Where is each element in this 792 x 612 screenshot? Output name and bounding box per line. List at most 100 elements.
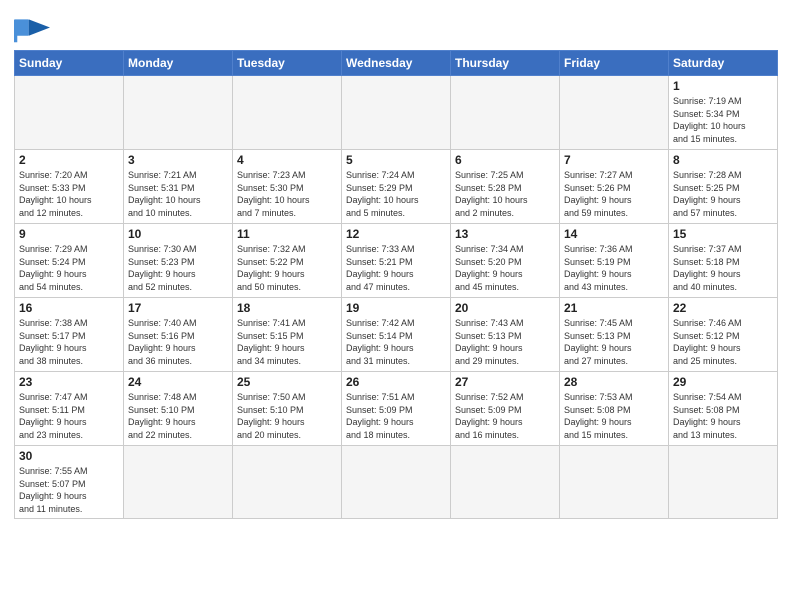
calendar-day-cell: 14Sunrise: 7:36 AM Sunset: 5:19 PM Dayli… <box>560 224 669 298</box>
calendar-day-cell <box>124 76 233 150</box>
calendar-col-header: Thursday <box>451 51 560 76</box>
calendar-col-header: Wednesday <box>342 51 451 76</box>
calendar-day-cell <box>342 76 451 150</box>
calendar-week-row: 1 Sunrise: 7:19 AM Sunset: 5:34 PM Daylig… <box>15 76 778 150</box>
day-info: Sunrise: 7:52 AM Sunset: 5:09 PM Dayligh… <box>455 391 555 441</box>
calendar-day-cell: 4 Sunrise: 7:23 AM Sunset: 5:30 PM Daylig… <box>233 150 342 224</box>
day-info: Sunrise: 7:38 AM Sunset: 5:17 PM Dayligh… <box>19 317 119 367</box>
calendar-day-cell: 1 Sunrise: 7:19 AM Sunset: 5:34 PM Daylig… <box>669 76 778 150</box>
day-info: Sunrise: 7:27 AM Sunset: 5:26 PM Dayligh… <box>564 169 664 219</box>
day-number: 10 <box>128 227 228 241</box>
day-info: Sunrise: 7:37 AM Sunset: 5:18 PM Dayligh… <box>673 243 773 293</box>
day-info: Sunrise: 7:28 AM Sunset: 5:25 PM Dayligh… <box>673 169 773 219</box>
day-info: Sunrise: 7:34 AM Sunset: 5:20 PM Dayligh… <box>455 243 555 293</box>
day-info: Sunrise: 7:42 AM Sunset: 5:14 PM Dayligh… <box>346 317 446 367</box>
day-number: 8 <box>673 153 773 167</box>
day-info: Sunrise: 7:19 AM Sunset: 5:34 PM Dayligh… <box>673 95 773 145</box>
day-number: 19 <box>346 301 446 315</box>
day-number: 7 <box>564 153 664 167</box>
calendar-day-cell: 15 Sunrise: 7:37 AM Sunset: 5:18 PM Dayli… <box>669 224 778 298</box>
day-number: 11 <box>237 227 337 241</box>
calendar-col-header: Sunday <box>15 51 124 76</box>
calendar-day-cell: 12 Sunrise: 7:33 AM Sunset: 5:21 PM Dayli… <box>342 224 451 298</box>
calendar-day-cell: 18Sunrise: 7:41 AM Sunset: 5:15 PM Dayli… <box>233 298 342 372</box>
day-info: Sunrise: 7:20 AM Sunset: 5:33 PM Dayligh… <box>19 169 119 219</box>
day-info: Sunrise: 7:46 AM Sunset: 5:12 PM Dayligh… <box>673 317 773 367</box>
calendar-day-cell: 27 Sunrise: 7:52 AM Sunset: 5:09 PM Dayli… <box>451 372 560 446</box>
calendar-day-cell <box>233 446 342 519</box>
calendar-week-row: 16 Sunrise: 7:38 AM Sunset: 5:17 PM Dayli… <box>15 298 778 372</box>
generalblue-logo-icon <box>14 16 50 44</box>
day-number: 5 <box>346 153 446 167</box>
calendar-day-cell: 20Sunrise: 7:43 AM Sunset: 5:13 PM Dayli… <box>451 298 560 372</box>
calendar-day-cell: 7 Sunrise: 7:27 AM Sunset: 5:26 PM Daylig… <box>560 150 669 224</box>
calendar-table: SundayMondayTuesdayWednesdayThursdayFrid… <box>14 50 778 519</box>
day-number: 17 <box>128 301 228 315</box>
day-number: 28 <box>564 375 664 389</box>
page: SundayMondayTuesdayWednesdayThursdayFrid… <box>0 0 792 533</box>
calendar-day-cell: 28Sunrise: 7:53 AM Sunset: 5:08 PM Dayli… <box>560 372 669 446</box>
day-number: 13 <box>455 227 555 241</box>
day-number: 16 <box>19 301 119 315</box>
calendar-day-cell <box>451 446 560 519</box>
calendar-day-cell <box>15 76 124 150</box>
calendar-col-header: Monday <box>124 51 233 76</box>
day-info: Sunrise: 7:40 AM Sunset: 5:16 PM Dayligh… <box>128 317 228 367</box>
day-number: 25 <box>237 375 337 389</box>
calendar-day-cell <box>451 76 560 150</box>
day-number: 27 <box>455 375 555 389</box>
calendar-day-cell: 30 Sunrise: 7:55 AM Sunset: 5:07 PM Dayli… <box>15 446 124 519</box>
calendar-day-cell: 29Sunrise: 7:54 AM Sunset: 5:08 PM Dayli… <box>669 372 778 446</box>
calendar-day-cell <box>124 446 233 519</box>
calendar-day-cell: 19 Sunrise: 7:42 AM Sunset: 5:14 PM Dayli… <box>342 298 451 372</box>
day-number: 15 <box>673 227 773 241</box>
day-info: Sunrise: 7:36 AM Sunset: 5:19 PM Dayligh… <box>564 243 664 293</box>
day-info: Sunrise: 7:32 AM Sunset: 5:22 PM Dayligh… <box>237 243 337 293</box>
day-number: 30 <box>19 449 119 463</box>
calendar-day-cell <box>233 76 342 150</box>
day-number: 22 <box>673 301 773 315</box>
calendar-day-cell: 16 Sunrise: 7:38 AM Sunset: 5:17 PM Dayli… <box>15 298 124 372</box>
day-info: Sunrise: 7:50 AM Sunset: 5:10 PM Dayligh… <box>237 391 337 441</box>
calendar-day-cell: 6 Sunrise: 7:25 AM Sunset: 5:28 PM Daylig… <box>451 150 560 224</box>
calendar-day-cell: 22 Sunrise: 7:46 AM Sunset: 5:12 PM Dayli… <box>669 298 778 372</box>
day-number: 24 <box>128 375 228 389</box>
calendar-col-header: Friday <box>560 51 669 76</box>
day-number: 9 <box>19 227 119 241</box>
day-number: 1 <box>673 79 773 93</box>
calendar-day-cell: 10 Sunrise: 7:30 AM Sunset: 5:23 PM Dayli… <box>124 224 233 298</box>
calendar-day-cell <box>560 76 669 150</box>
day-info: Sunrise: 7:23 AM Sunset: 5:30 PM Dayligh… <box>237 169 337 219</box>
day-number: 3 <box>128 153 228 167</box>
day-number: 6 <box>455 153 555 167</box>
calendar-day-cell <box>342 446 451 519</box>
day-info: Sunrise: 7:29 AM Sunset: 5:24 PM Dayligh… <box>19 243 119 293</box>
calendar-day-cell: 26Sunrise: 7:51 AM Sunset: 5:09 PM Dayli… <box>342 372 451 446</box>
day-number: 23 <box>19 375 119 389</box>
day-info: Sunrise: 7:25 AM Sunset: 5:28 PM Dayligh… <box>455 169 555 219</box>
calendar-col-header: Saturday <box>669 51 778 76</box>
day-number: 4 <box>237 153 337 167</box>
calendar-day-cell: 17 Sunrise: 7:40 AM Sunset: 5:16 PM Dayli… <box>124 298 233 372</box>
calendar-day-cell: 5Sunrise: 7:24 AM Sunset: 5:29 PM Daylig… <box>342 150 451 224</box>
calendar-day-cell: 23Sunrise: 7:47 AM Sunset: 5:11 PM Dayli… <box>15 372 124 446</box>
day-info: Sunrise: 7:43 AM Sunset: 5:13 PM Dayligh… <box>455 317 555 367</box>
day-number: 29 <box>673 375 773 389</box>
calendar-week-row: 30 Sunrise: 7:55 AM Sunset: 5:07 PM Dayli… <box>15 446 778 519</box>
calendar-day-cell <box>560 446 669 519</box>
calendar-header-row: SundayMondayTuesdayWednesdayThursdayFrid… <box>15 51 778 76</box>
calendar-day-cell: 11 Sunrise: 7:32 AM Sunset: 5:22 PM Dayli… <box>233 224 342 298</box>
calendar-day-cell: 8 Sunrise: 7:28 AM Sunset: 5:25 PM Daylig… <box>669 150 778 224</box>
calendar-col-header: Tuesday <box>233 51 342 76</box>
day-info: Sunrise: 7:33 AM Sunset: 5:21 PM Dayligh… <box>346 243 446 293</box>
day-info: Sunrise: 7:30 AM Sunset: 5:23 PM Dayligh… <box>128 243 228 293</box>
day-info: Sunrise: 7:21 AM Sunset: 5:31 PM Dayligh… <box>128 169 228 219</box>
day-number: 12 <box>346 227 446 241</box>
calendar-day-cell: 25 Sunrise: 7:50 AM Sunset: 5:10 PM Dayli… <box>233 372 342 446</box>
day-number: 26 <box>346 375 446 389</box>
day-info: Sunrise: 7:48 AM Sunset: 5:10 PM Dayligh… <box>128 391 228 441</box>
calendar-day-cell <box>669 446 778 519</box>
header <box>14 10 778 44</box>
day-info: Sunrise: 7:55 AM Sunset: 5:07 PM Dayligh… <box>19 465 119 515</box>
calendar-day-cell: 13 Sunrise: 7:34 AM Sunset: 5:20 PM Dayli… <box>451 224 560 298</box>
